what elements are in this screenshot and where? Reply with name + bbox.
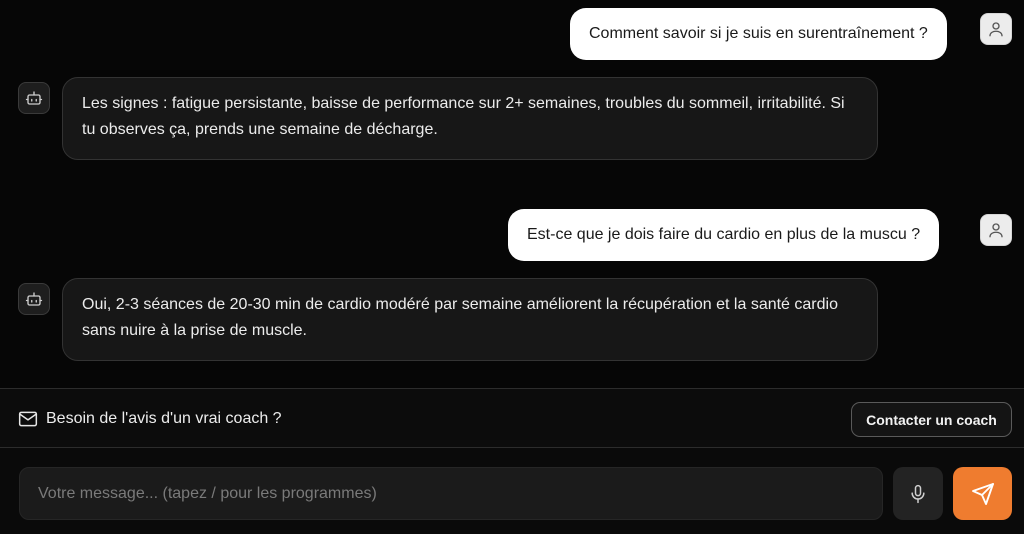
mail-icon bbox=[18, 411, 38, 427]
user-message-bubble: Comment savoir si je suis en surentraîne… bbox=[570, 8, 947, 60]
bot-avatar bbox=[18, 283, 50, 315]
coach-bar-label: Besoin de l'avis d'un vrai coach ? bbox=[46, 410, 282, 427]
bot-icon bbox=[25, 292, 43, 306]
user-message-bubble: Est-ce que je dois faire du cardio en pl… bbox=[508, 209, 940, 261]
user-icon bbox=[989, 223, 1003, 238]
coach-bar: Besoin de l'avis d'un vrai coach ? Conta… bbox=[0, 388, 1024, 448]
message-input[interactable] bbox=[19, 467, 883, 520]
user-avatar bbox=[980, 13, 1012, 45]
user-avatar bbox=[980, 214, 1012, 246]
bot-message-bubble: Les signes : fatigue persistante, baisse… bbox=[62, 77, 878, 160]
send-button[interactable] bbox=[953, 467, 1012, 520]
bot-icon bbox=[25, 91, 43, 105]
microphone-icon bbox=[911, 484, 925, 503]
send-icon bbox=[971, 482, 994, 505]
composer bbox=[0, 448, 1024, 534]
contact-coach-button[interactable]: Contacter un coach bbox=[851, 402, 1012, 437]
bot-message-bubble: Oui, 2-3 séances de 20-30 min de cardio … bbox=[62, 278, 878, 361]
microphone-button[interactable] bbox=[893, 467, 943, 520]
chat-thread: Comment savoir si je suis en surentraîne… bbox=[0, 0, 1024, 388]
bot-avatar bbox=[18, 82, 50, 114]
user-icon bbox=[989, 22, 1003, 37]
